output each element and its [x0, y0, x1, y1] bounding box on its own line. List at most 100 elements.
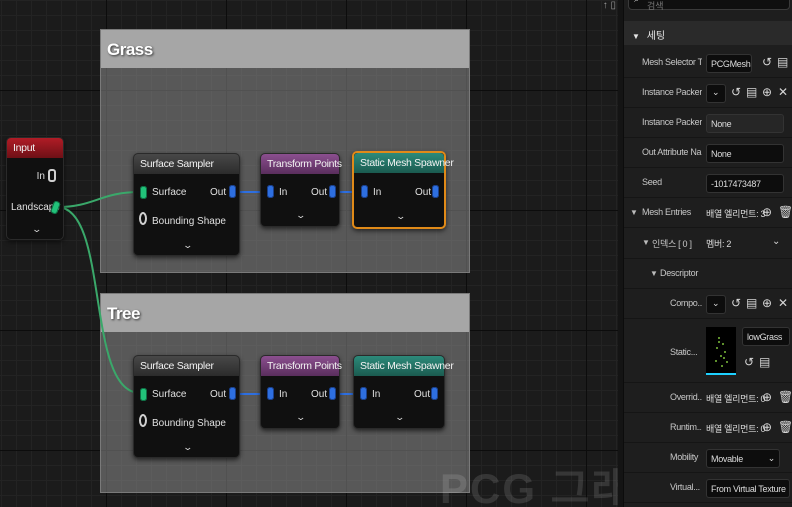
grass-spawner-out-pin[interactable] [432, 185, 439, 198]
mesh-selector-dropdown[interactable]: PCGMeshS [706, 54, 752, 73]
tree-spawner-out-pin[interactable] [431, 387, 438, 400]
browse-icon[interactable]: ▤ [746, 296, 757, 310]
grass-sampler-expand-chevron-icon[interactable]: ⌄ [182, 240, 193, 251]
tree-sampler-expand-chevron-icon[interactable]: ⌄ [182, 442, 193, 453]
grass-transform-out-pin[interactable] [329, 185, 336, 198]
clear-icon[interactable]: ✕ [778, 296, 788, 310]
add-icon[interactable]: ⊕ [762, 390, 772, 404]
grass-sampler-surface-label: Surface [152, 187, 187, 198]
mobility-label: Mobility [670, 452, 699, 462]
override-value: 배열 엘리먼트: 0 [706, 394, 766, 404]
input-in-pin[interactable] [48, 169, 56, 182]
runtime-row: Runtim... 배열 엘리먼트: 0 ⊕ 🗑 [624, 413, 792, 443]
add-icon[interactable]: ⊕ [762, 85, 772, 99]
tree-spawner-expand-chevron-icon[interactable]: ⌄ [394, 412, 405, 423]
instance-packer-dropdown[interactable]: ⌄ [706, 84, 726, 103]
input-expand-chevron-icon[interactable]: ⌄ [31, 224, 42, 235]
tree-sampler-out-label: Out [210, 389, 227, 400]
delete-icon[interactable]: 🗑 [778, 420, 792, 434]
input-node[interactable]: Input In Landscape ⌄ [6, 137, 64, 240]
add-icon[interactable]: ⊕ [762, 420, 772, 434]
mobility-dropdown[interactable]: Movable ⌄ [706, 449, 780, 468]
grass-sampler-out-pin[interactable] [229, 185, 236, 198]
grass-transform-in-pin[interactable] [267, 185, 274, 198]
grass-spawner-in-label: In [373, 187, 382, 198]
tree-sampler-out-pin[interactable] [229, 387, 236, 400]
tree-sampler-bounding-label: Bounding Shape [152, 418, 226, 429]
tree-transform-expand-chevron-icon[interactable]: ⌄ [295, 412, 306, 423]
override-row: Overrid... 배열 엘리먼트: 0 ⊕ 🗑 [624, 383, 792, 413]
browse-icon[interactable]: ▤ [746, 85, 757, 99]
settings-section-header[interactable]: ▼ 세팅 [624, 21, 792, 45]
virtual-texture-value: From Virtual Texture [711, 484, 786, 494]
component-dropdown[interactable]: ⌄ [706, 295, 726, 314]
out-attribute-input[interactable]: None [706, 144, 784, 163]
grass-transform-out-label: Out [311, 187, 328, 198]
delete-icon[interactable]: 🗑 [778, 205, 792, 219]
tree-transform-in-pin[interactable] [267, 387, 274, 400]
virtual-texture-dropdown[interactable]: From Virtual Texture [706, 479, 790, 498]
tree-sampler-bounding-pin[interactable] [139, 414, 147, 427]
pcg-graph-canvas[interactable]: ↑ ▯ Grass Tree Input In Landscape ⌄ Surf… [0, 0, 618, 507]
virtual-texture-label: Virtual... [670, 482, 700, 492]
tree-transform-out-pin[interactable] [329, 387, 336, 400]
reset-arrow-icon[interactable]: ↺ [762, 55, 772, 69]
tree-sampler-surface-label: Surface [152, 389, 187, 400]
tree-transform-out-label: Out [311, 389, 328, 400]
grass-transform-in-label: In [279, 187, 288, 198]
chevron-down-icon: ⌄ [767, 453, 776, 463]
delete-icon[interactable]: 🗑 [778, 390, 792, 404]
expand-arrow-icon[interactable]: ▼ [650, 269, 658, 278]
instance-packer-2-field[interactable]: None [706, 114, 784, 133]
add-icon[interactable]: ⊕ [762, 296, 772, 310]
seed-row: Seed -1017473487 [624, 168, 792, 198]
grass-transform-points-node[interactable]: Transform Points In Out ⌄ [260, 153, 342, 227]
clear-icon[interactable]: ✕ [778, 85, 788, 99]
grass-transform-expand-chevron-icon[interactable]: ⌄ [295, 210, 306, 221]
details-search-input[interactable]: ⌕ 검색 [628, 0, 790, 11]
tree-surface-sampler-title: Surface Sampler [134, 356, 239, 376]
static-mesh-value: lowGrass [747, 332, 783, 342]
grass-spawner-expand-chevron-icon[interactable]: ⌄ [395, 211, 406, 222]
tree-static-mesh-spawner-node[interactable]: Static Mesh Spawner In Out ⌄ [353, 355, 454, 429]
grass-sampler-surface-pin[interactable] [140, 186, 147, 199]
grass-sampler-out-label: Out [210, 187, 227, 198]
tree-transform-points-node[interactable]: Transform Points In Out ⌄ [260, 355, 342, 429]
tree-surface-sampler-node[interactable]: Surface Sampler Surface Out Bounding Sha… [133, 355, 240, 458]
descriptor-label: Descriptor [660, 268, 699, 278]
runtime-label: Runtim... [670, 422, 702, 432]
chevron-down-icon[interactable]: ⌄ [772, 235, 780, 249]
out-attribute-row: Out Attribute Na... None [624, 138, 792, 168]
mesh-entries-row: ▼ Mesh Entries 배열 엘리먼트: 3 ⊕ 🗑 [624, 198, 792, 228]
seed-input[interactable]: -1017473487 [706, 174, 784, 193]
static-mesh-thumbnail[interactable] [706, 327, 736, 375]
expand-arrow-icon[interactable]: ▼ [642, 238, 650, 247]
index-0-value: 멤버: 2 [706, 239, 732, 249]
browse-icon[interactable]: ▤ [777, 55, 788, 69]
input-node-title: Input [7, 138, 63, 158]
reset-arrow-icon[interactable]: ↺ [744, 355, 754, 369]
browse-icon[interactable]: ▤ [759, 355, 770, 369]
grass-surface-sampler-node[interactable]: Surface Sampler Surface Out Bounding Sha… [133, 153, 240, 256]
instance-packer-2-row: Instance Packer... None [624, 108, 792, 138]
instance-packer-label: Instance Packer... [642, 87, 702, 97]
tree-spawner-in-pin[interactable] [360, 387, 367, 400]
expand-arrow-icon[interactable]: ▼ [630, 208, 638, 217]
dropdown-arrow-icon: ⌄ [712, 87, 720, 97]
instance-packer-2-value: None [711, 119, 732, 129]
tree-sampler-surface-pin[interactable] [140, 388, 147, 401]
mesh-selector-label: Mesh Selector T... [642, 57, 702, 67]
grass-static-mesh-spawner-node[interactable]: Static Mesh Spawner In Out ⌄ [352, 151, 454, 229]
grass-sampler-bounding-pin[interactable] [139, 212, 147, 225]
search-icon: ⌕ [634, 0, 639, 5]
add-icon[interactable]: ⊕ [762, 205, 772, 219]
static-mesh-label: Static... [670, 347, 698, 357]
connection-wires [56, 191, 361, 395]
reset-arrow-icon[interactable]: ↺ [731, 296, 741, 310]
mesh-selector-row: Mesh Selector T... PCGMeshS ↺ ▤ [624, 48, 792, 78]
grass-spawner-in-pin[interactable] [361, 185, 368, 198]
static-mesh-dropdown[interactable]: lowGrass [742, 327, 790, 346]
reset-arrow-icon[interactable]: ↺ [731, 85, 741, 99]
descriptor-row: ▼ Descriptor [624, 259, 792, 289]
seed-label: Seed [642, 177, 662, 187]
